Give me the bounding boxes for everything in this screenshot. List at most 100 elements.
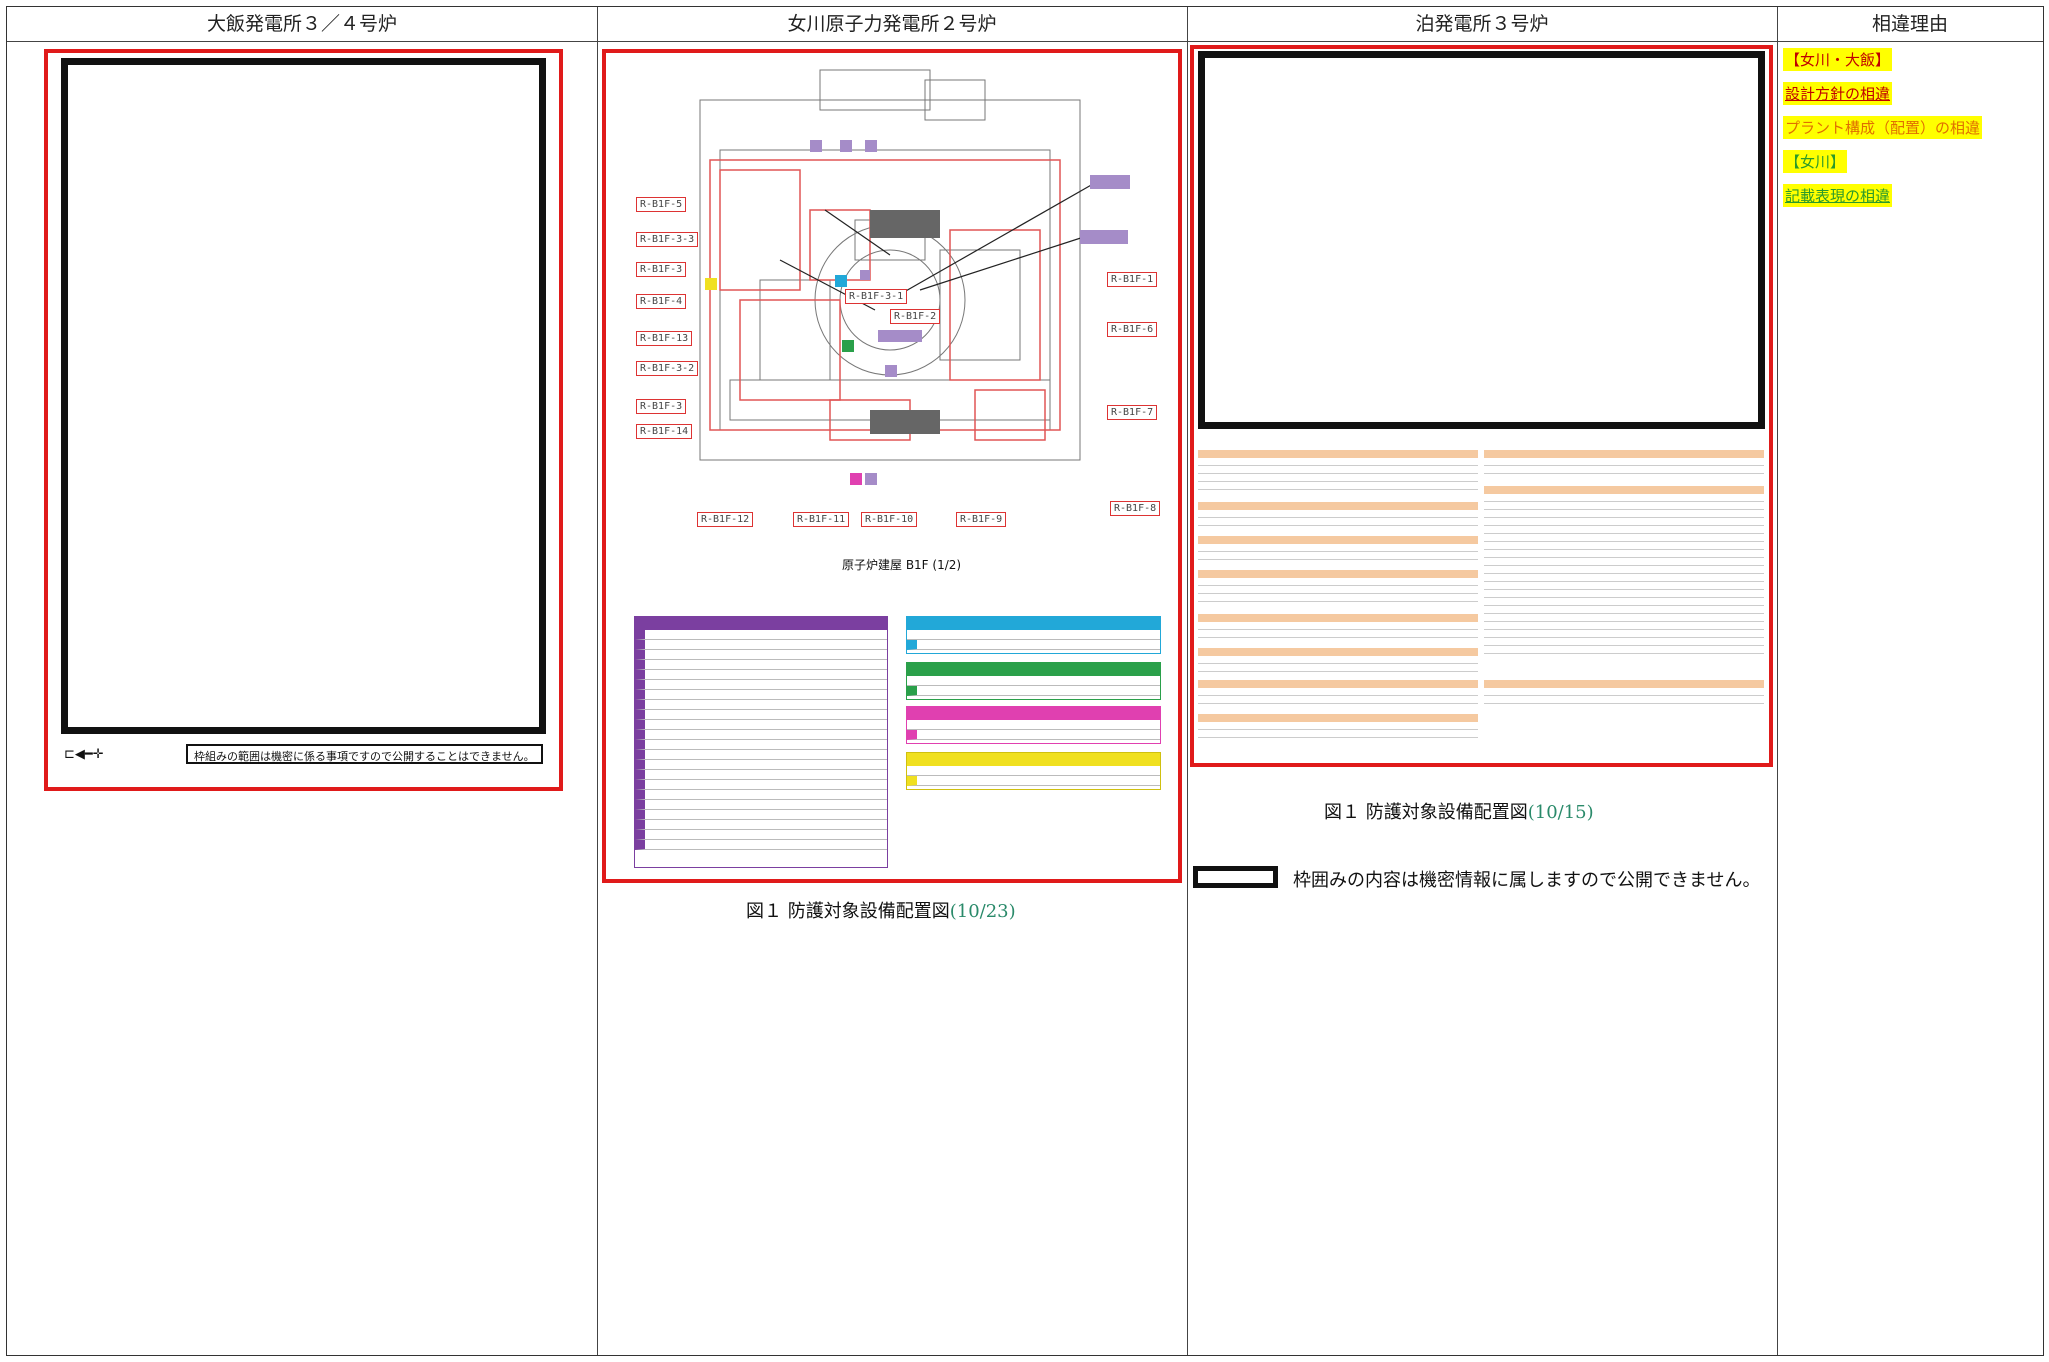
table-row: [1484, 510, 1764, 518]
table-row: [1484, 502, 1764, 510]
table-row: [1198, 586, 1478, 594]
table-row: [1484, 638, 1764, 646]
room-label: R-B1F-3: [636, 262, 687, 277]
room-label: R-B1F-3-2: [636, 361, 699, 376]
table-row: [1198, 578, 1478, 586]
table-header: [1198, 450, 1478, 458]
column-divider: [1777, 7, 1778, 1355]
legend-header: [907, 617, 1160, 630]
table-header: [1198, 614, 1478, 622]
legend-table-yellow: [906, 752, 1161, 790]
onagawa-caption: 図１ 防護対象設備配置図(10/23): [746, 897, 1016, 923]
legend-row: [635, 640, 887, 650]
legend-row: [635, 810, 887, 820]
tomari-caption: 図１ 防護対象設備配置図(10/15): [1324, 798, 1594, 824]
table-row: [1484, 518, 1764, 526]
caption-number: (10/15): [1527, 802, 1594, 823]
room-label: R-B1F-3: [636, 399, 687, 414]
legend-row: [907, 720, 1160, 730]
reason-tag: 【女川】: [1783, 150, 1848, 173]
legend-row: [635, 670, 887, 680]
table-row: [1484, 558, 1764, 566]
tomari-redacted-note: 枠囲みの内容は機密情報に属しますので公開できません。: [1293, 870, 1761, 891]
legend-row: [635, 630, 887, 640]
legend-row: [635, 840, 887, 850]
equipment-table: [1198, 648, 1478, 678]
caption-text: 図１ 防護対象設備配置図: [1324, 802, 1528, 823]
legend-table-cyan: [906, 616, 1161, 654]
room-label: R-B1F-14: [636, 424, 693, 439]
room-label: R-B1F-3-3: [636, 232, 699, 247]
room-label: R-B1F-6: [1107, 322, 1158, 337]
room-label: R-B1F-12: [697, 512, 754, 527]
column-divider: [1187, 7, 1188, 1355]
table-row: [1198, 664, 1478, 672]
table-row: [1484, 494, 1764, 502]
equipment-table: [1198, 714, 1478, 744]
legend-header: [907, 753, 1160, 766]
table-row: [1484, 696, 1764, 704]
legend-table-green: [906, 662, 1161, 700]
legend-row: [635, 830, 887, 840]
ohi-redacted-area: [61, 58, 546, 734]
room-label: R-B1F-2: [890, 309, 941, 324]
table-row: [1484, 550, 1764, 558]
room-label: R-B1F-8: [1110, 501, 1161, 516]
table-row: [1484, 574, 1764, 582]
table-header: [1484, 450, 1764, 458]
room-label: R-B1F-4: [636, 294, 687, 309]
legend-row: [907, 730, 1160, 740]
table-row: [1484, 526, 1764, 534]
legend-row: [635, 660, 887, 670]
table-row: [1198, 688, 1478, 696]
table-row: [1198, 510, 1478, 518]
table-header: [1198, 714, 1478, 722]
table-header: [1198, 536, 1478, 544]
tomari-redacted-area: [1198, 51, 1765, 429]
table-row: [1198, 696, 1478, 704]
legend-box-sample: [1193, 866, 1278, 888]
table-row: [1484, 534, 1764, 542]
table-row: [1198, 622, 1478, 630]
table-row: [1484, 630, 1764, 638]
equipment-table: [1198, 680, 1478, 710]
table-row: [1198, 630, 1478, 638]
drawing-title: 原子炉建屋 B1F (1/2): [842, 558, 962, 572]
table-row: [1198, 518, 1478, 526]
legend-row: [635, 800, 887, 810]
table-row: [1484, 622, 1764, 630]
table-row: [1484, 614, 1764, 622]
table-header: [1484, 486, 1764, 494]
table-row: [1484, 582, 1764, 590]
legend-header: [635, 617, 887, 630]
equipment-table: [1198, 450, 1478, 500]
legend-row: [907, 640, 1160, 650]
reason-tag: 記載表現の相違: [1783, 184, 1893, 207]
legend-row: [635, 650, 887, 660]
equipment-table: [1198, 536, 1478, 566]
legend-table-magenta: [906, 706, 1161, 744]
equipment-table: [1198, 570, 1478, 610]
header-ohi: 大飯発電所３／４号炉: [206, 13, 397, 35]
reason-tag: 【女川・大飯】: [1783, 48, 1893, 71]
equipment-table: [1484, 486, 1764, 671]
room-label: R-B1F-11: [793, 512, 850, 527]
table-row: [1484, 590, 1764, 598]
room-label: R-B1F-9: [956, 512, 1007, 527]
table-row: [1484, 542, 1764, 550]
header-divider: [7, 41, 2043, 42]
table-row: [1484, 566, 1764, 574]
legend-table-purple: [634, 616, 888, 868]
legend-header: [907, 663, 1160, 676]
caption-text: 図１ 防護対象設備配置図: [746, 901, 950, 922]
header-tomari: 泊発電所３号炉: [1415, 13, 1549, 35]
legend-row: [635, 790, 887, 800]
legend-row: [635, 720, 887, 730]
equipment-table: [1484, 450, 1764, 482]
legend-row: [635, 710, 887, 720]
caption-number: (10/23): [949, 901, 1016, 922]
table-row: [1198, 544, 1478, 552]
room-label: R-B1F-7: [1107, 405, 1158, 420]
legend-row: [635, 750, 887, 760]
ohi-redacted-note-box: 枠組みの範囲は機密に係る事項ですので公開することはできません。: [186, 744, 543, 764]
